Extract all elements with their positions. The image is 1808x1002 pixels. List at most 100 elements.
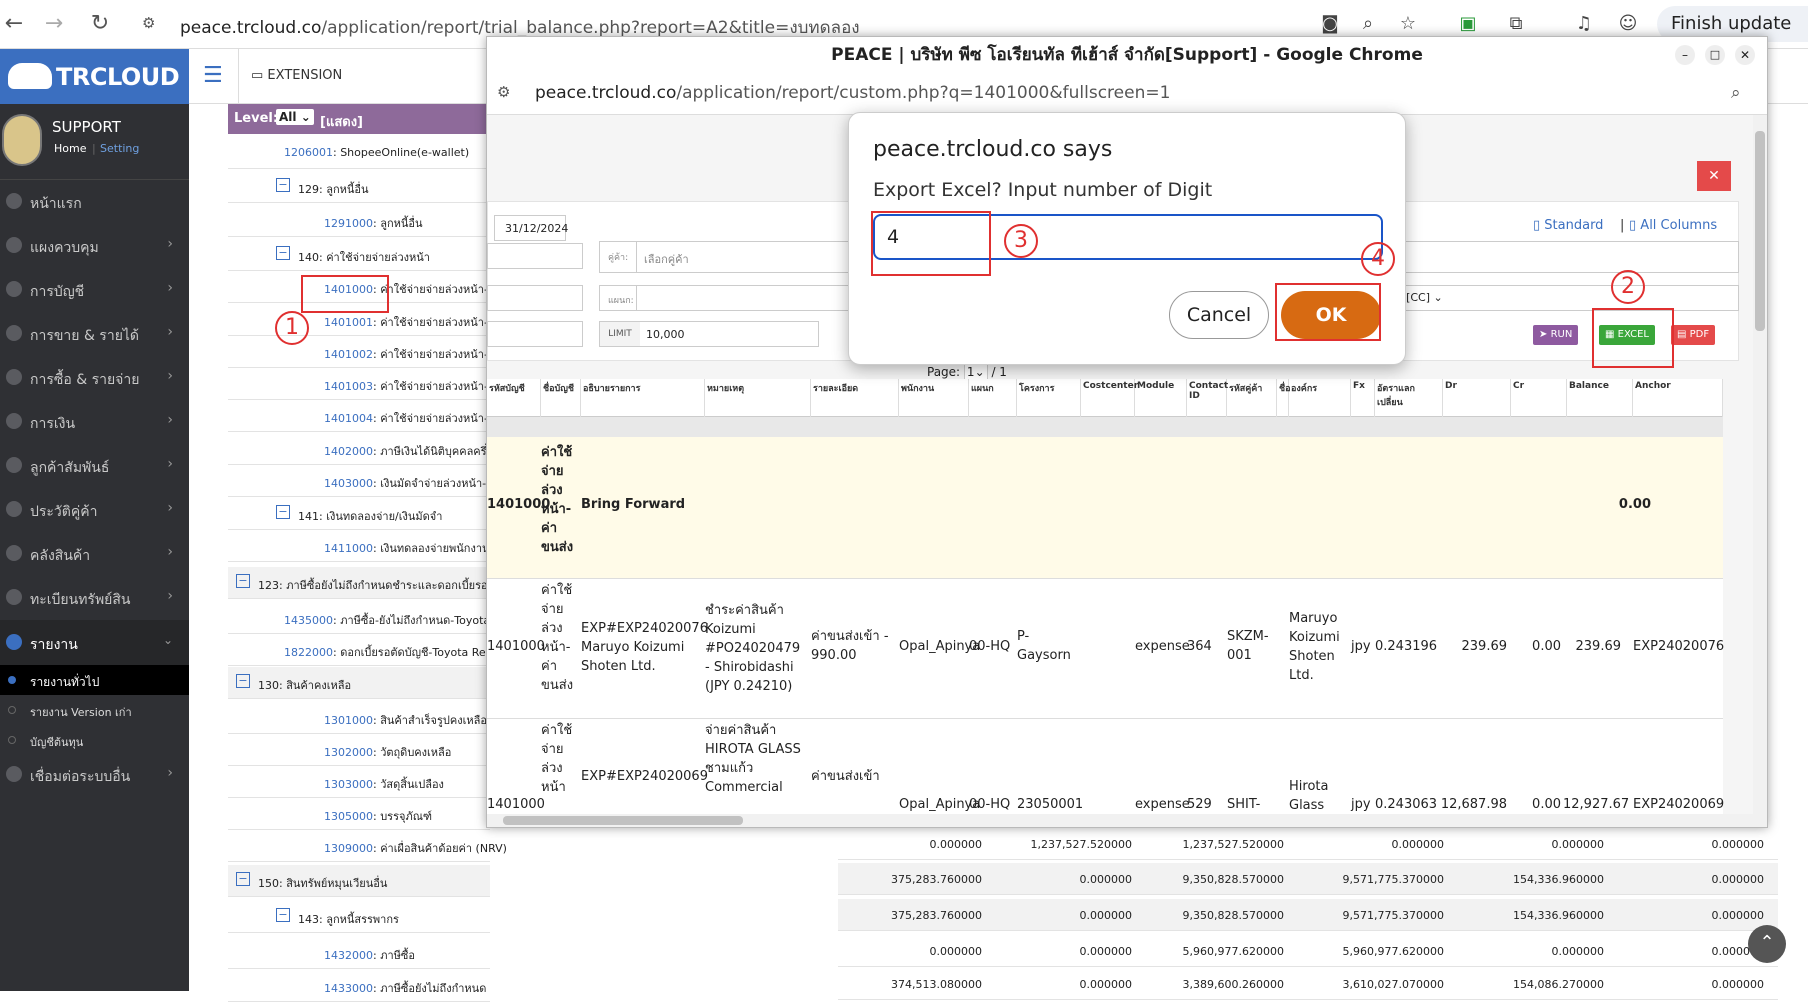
sidebar-subitem-old-version[interactable]: รายงาน Version เก่า xyxy=(0,695,189,725)
extension-button[interactable]: ▭ EXTENSION xyxy=(251,68,342,83)
column-header[interactable]: หมายเหตุ xyxy=(705,379,811,417)
sidebar-item-6[interactable]: ลูกค้าสัมพันธ์ › xyxy=(0,444,189,487)
account-code-link[interactable]: 1302000 xyxy=(324,746,373,759)
sidebar-item-0[interactable]: หน้าแรก xyxy=(0,180,189,223)
close-report-button[interactable]: ✕ xyxy=(1697,161,1731,191)
collapse-icon[interactable]: − xyxy=(276,178,290,192)
site-info-icon[interactable]: ⚙ xyxy=(497,83,510,101)
hamburger-menu-icon[interactable]: ☰ xyxy=(203,63,223,88)
column-header[interactable]: Balance xyxy=(1567,379,1633,417)
account-code-link[interactable]: 1402000 xyxy=(324,445,373,458)
value-row: 375,283.760000 0.000000 9,350,828.570000 9,… xyxy=(0,899,1808,931)
sidebar-item-5[interactable]: การเงิน › xyxy=(0,400,189,443)
lens-icon[interactable]: ◙ xyxy=(1318,12,1342,36)
account-code-link[interactable]: 1435000 xyxy=(284,614,333,627)
filter-field[interactable] xyxy=(487,243,583,269)
reload-icon[interactable]: ↻ xyxy=(86,10,114,38)
account-code-link[interactable]: 1401002 xyxy=(324,348,373,361)
column-header[interactable]: Costcenter xyxy=(1081,379,1138,417)
account-code-link[interactable]: 1291000 xyxy=(324,217,373,230)
maximize-icon[interactable]: □ xyxy=(1705,45,1725,65)
site-info-icon[interactable]: ⚙ xyxy=(142,14,155,32)
sidebar-subitem-cost-accounting[interactable]: บัญชีต้นทุน xyxy=(0,725,189,755)
sidebar-item-2[interactable]: การบัญชี › xyxy=(0,268,189,311)
tree-row: 1291000: ลูกหนี้อื่น xyxy=(228,205,490,237)
filter-field[interactable] xyxy=(487,285,583,311)
back-icon[interactable]: ← xyxy=(0,10,28,38)
column-header[interactable]: Fx xyxy=(1351,379,1375,417)
star-icon[interactable]: ☆ xyxy=(1396,12,1420,36)
account-code-link[interactable]: 1206001 xyxy=(284,146,333,159)
column-header[interactable]: อธิบายรายการ xyxy=(581,379,705,417)
account-code-link[interactable]: 1301000 xyxy=(324,714,373,727)
media-icon[interactable]: ♫ xyxy=(1572,12,1596,36)
column-header[interactable]: โครงการ xyxy=(1017,379,1081,417)
value-cell: 154,336.960000 xyxy=(1513,909,1604,922)
column-header[interactable]: รหัสบัญชี xyxy=(487,379,541,417)
sidebar-item-integration[interactable]: เชื่อมต่อระบบอื่น › xyxy=(0,753,189,796)
scroll-top-icon[interactable]: ⌃ xyxy=(1748,925,1786,963)
column-header[interactable]: แผนก xyxy=(969,379,1017,417)
column-header[interactable]: Module xyxy=(1135,379,1187,417)
collapse-icon[interactable]: − xyxy=(276,505,290,519)
zoom-icon[interactable]: ⌕ xyxy=(1356,12,1380,36)
account-code-link[interactable]: 1403000 xyxy=(324,477,373,490)
popup-address-bar[interactable]: ⚙ peace.trcloud.co/application/report/cu… xyxy=(487,73,1767,115)
account-code-link[interactable]: 1401004 xyxy=(324,412,373,425)
collapse-icon[interactable]: − xyxy=(236,674,250,688)
column-header[interactable]: Anchor xyxy=(1633,379,1723,417)
account-code-link[interactable]: 1822000 xyxy=(284,646,333,659)
limit-field[interactable]: LIMIT 10,000 xyxy=(599,321,819,347)
level-select[interactable]: All ⌄ xyxy=(276,109,314,125)
sidebar-subitem-general-report[interactable]: รายงานทั่วไป xyxy=(0,665,189,695)
horizontal-scrollbar[interactable] xyxy=(487,814,1753,827)
cancel-button[interactable]: Cancel xyxy=(1169,291,1269,339)
sidebar-item-1[interactable]: แผงควบคุม › xyxy=(0,224,189,267)
vertical-scrollbar[interactable] xyxy=(1753,115,1767,827)
standard-link[interactable]: ▯ Standard xyxy=(1533,218,1603,233)
account-code-link[interactable]: 1401003 xyxy=(324,380,373,393)
value-cell: 0.000000 xyxy=(929,838,983,851)
sidebar-item-4[interactable]: การซื้อ & รายจ่าย › xyxy=(0,356,189,399)
setting-link[interactable]: Setting xyxy=(100,142,139,155)
filter-field[interactable] xyxy=(487,321,583,347)
column-header[interactable]: พนักงาน xyxy=(899,379,969,417)
date-field[interactable]: 31/12/2024 xyxy=(494,215,568,241)
zoom-icon[interactable]: ⌕ xyxy=(1731,83,1741,103)
puzzle-icon[interactable]: ⧉ xyxy=(1504,12,1528,36)
sidebar-item-3[interactable]: การขาย & รายได้ › xyxy=(0,312,189,355)
sidebar-item-7[interactable]: ประวัติคู่ค้า › xyxy=(0,488,189,531)
collapse-icon[interactable]: − xyxy=(276,246,290,260)
customer-input[interactable]: เลือกคู่ค้า xyxy=(644,250,689,268)
column-header[interactable]: รายละเอียด xyxy=(811,379,899,417)
column-header[interactable]: ชื่อบัญชี xyxy=(541,379,581,417)
pdf-button[interactable]: ▤ PDF xyxy=(1671,325,1716,345)
sidebar-item-9[interactable]: ทะเบียนทรัพย์สิน › xyxy=(0,576,189,619)
column-header[interactable]: องค์กร xyxy=(1289,379,1351,417)
column-header[interactable]: อัตราแลกเปลี่ยน xyxy=(1375,379,1443,417)
column-header[interactable]: Contact ID xyxy=(1187,379,1228,417)
sidebar-item-8[interactable]: คลังสินค้า › xyxy=(0,532,189,575)
home-link[interactable]: Home xyxy=(54,142,86,155)
minimize-icon[interactable]: – xyxy=(1675,45,1695,65)
collapse-icon[interactable]: − xyxy=(236,574,250,588)
account-code-link[interactable]: 1401001 xyxy=(324,316,373,329)
account-code-link[interactable]: 1305000 xyxy=(324,810,373,823)
column-header[interactable]: Cr xyxy=(1511,379,1567,417)
column-header[interactable]: Dr xyxy=(1443,379,1511,417)
forward-icon[interactable]: → xyxy=(40,10,68,38)
sidebar-item-report-active[interactable]: รายงาน ⌄ xyxy=(0,620,189,665)
column-header[interactable]: รหัสคู่ค้า xyxy=(1227,379,1277,417)
account-code-link[interactable]: 1303000 xyxy=(324,778,373,791)
profile-icon[interactable]: ☺ xyxy=(1616,12,1640,36)
run-button[interactable]: ➤ RUN xyxy=(1533,325,1579,345)
extension-green-icon[interactable]: ▣ xyxy=(1456,12,1480,36)
all-columns-link[interactable]: ▯ All Columns xyxy=(1629,218,1717,233)
logo[interactable]: TRCLOUD xyxy=(0,49,189,104)
page-select[interactable]: 1⌄ xyxy=(963,364,988,380)
account-code-link[interactable]: 1411000 xyxy=(324,542,373,555)
tree-row: 1401002: ค่าใช้จ่ายจ่ายล่วงหน้า-ค่ xyxy=(228,336,495,368)
show-link[interactable]: [แสดง] xyxy=(320,111,363,132)
close-window-icon[interactable]: ✕ xyxy=(1735,45,1755,65)
column-header[interactable]: ชื่อ xyxy=(1277,379,1291,417)
